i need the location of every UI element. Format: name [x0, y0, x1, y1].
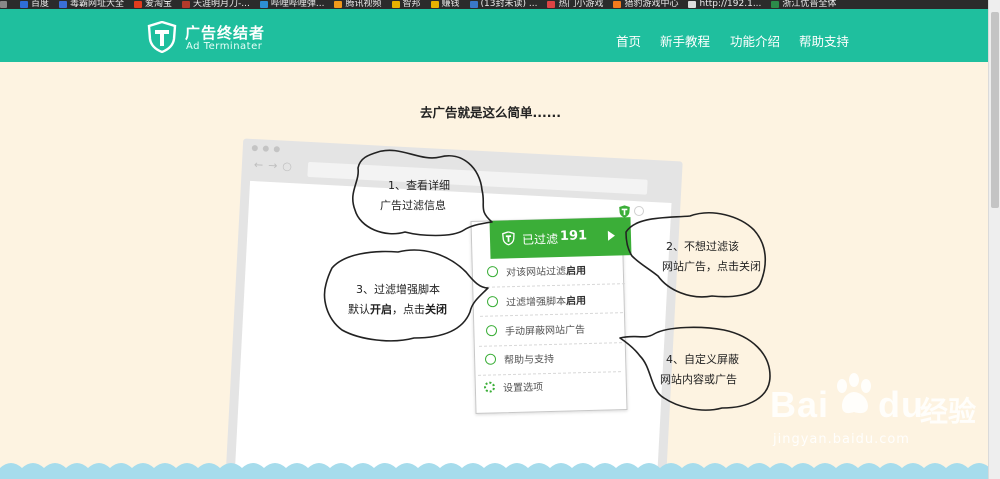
callout-2-text: 2、不想过滤该 网站广告，点击关闭 [662, 240, 761, 273]
callout-3-text: 3、过滤增强脚本 默认开启，点击关闭 [348, 283, 447, 316]
paw-icon [837, 373, 871, 414]
bookmark-icon [59, 1, 68, 8]
callout-1-text: 1、查看详细 广告过滤信息 [380, 179, 450, 212]
nav-tutorial[interactable]: 新手教程 [660, 31, 710, 50]
bookmark-home[interactable] [0, 0, 10, 9]
search-icon [634, 206, 644, 216]
check-circle-icon [486, 265, 499, 277]
menu-item-manual-block[interactable]: 手动屏蔽网站广告 [485, 314, 586, 345]
page-title: 去广告就是这么简单...... [420, 105, 561, 120]
bookmark-item[interactable]: 猎豹游戏中心 [613, 0, 678, 9]
menu-item-site-filter[interactable]: 对该网站过滤 启用 [486, 255, 587, 286]
shield-logo-icon[interactable] [147, 21, 177, 53]
bookmark-item[interactable]: 爱淘宝 [134, 0, 172, 9]
nav-home[interactable]: 首页 [616, 31, 641, 50]
bookmark-item[interactable]: 毒霸网址大全 [59, 0, 124, 9]
watermark-baidu-end: du [878, 384, 924, 425]
play-arrow-icon[interactable] [607, 230, 616, 241]
bookmark-icon [469, 1, 478, 8]
nav-help[interactable]: 帮助支持 [799, 31, 849, 50]
play-circle-icon [486, 295, 499, 307]
bookmark-item[interactable]: 热门小游戏 [547, 0, 603, 9]
bookmark-icon [182, 1, 191, 8]
bookmark-icon [334, 1, 343, 8]
bookmark-icon [134, 1, 143, 8]
bookmark-item[interactable]: 天涯明月刀-... [182, 0, 250, 9]
menu-item-enhanced-script[interactable]: 过滤增强脚本 启用 [486, 285, 587, 316]
bookmark-item[interactable]: (13封未读) ... [469, 0, 537, 9]
callout-4-text: 4、自定义屏蔽 网站内容或广告 [660, 353, 739, 386]
bookmark-item[interactable]: 浙江优普全体 [771, 0, 836, 9]
filtered-count: 191 [559, 228, 588, 245]
bottom-wave-decoration [0, 463, 988, 479]
page-icon [688, 1, 697, 8]
bookmark-item[interactable]: 哔哩哔哩弹... [259, 0, 324, 9]
nav-arrows-icon: ←→○ [253, 158, 298, 174]
bookmark-icon [771, 1, 780, 8]
bookmark-icon [547, 1, 556, 8]
brand-name[interactable]: 广告终结者 [185, 22, 265, 43]
nav-features[interactable]: 功能介绍 [730, 31, 780, 50]
bookmark-icon [20, 1, 28, 8]
shield-icon [502, 231, 515, 246]
eye-icon [485, 324, 498, 336]
filtered-count-header[interactable]: 已过滤 191 [489, 217, 632, 259]
gear-icon [483, 380, 496, 393]
question-icon [484, 353, 497, 365]
bookmark-item[interactable]: 赚钱 [430, 0, 460, 9]
folder-icon [430, 1, 439, 8]
bookmark-icon [259, 1, 268, 8]
watermark-baidu: Bai [770, 384, 830, 425]
bookmark-item[interactable]: 百度 [20, 0, 49, 9]
watermark-url: jingyan.baidu.com [773, 432, 910, 447]
brand-name-en: Ad Terminater [186, 41, 263, 52]
bookmark-item[interactable]: 腾讯视频 [334, 0, 382, 9]
scrollbar-thumb[interactable] [991, 12, 999, 208]
extension-shield-icon [619, 205, 630, 218]
bookmarks-bar: 百度 毒霸网址大全 爱淘宝 天涯明月刀-... 哔哩哔哩弹... 腾讯视频 智邦… [0, 0, 988, 9]
menu-item-help[interactable]: 帮助与支持 [484, 343, 555, 373]
filtered-label: 已过滤 [521, 232, 559, 248]
menu-item-settings[interactable]: 设置选项 [483, 371, 544, 401]
bookmark-icon [613, 1, 622, 8]
site-header: 广告终结者 Ad Terminater 首页 新手教程 功能介绍 帮助支持 [0, 9, 988, 62]
watermark-jingyan: 经验 [920, 395, 977, 428]
bookmark-item[interactable]: http://192.1... [688, 0, 761, 9]
folder-icon [391, 1, 400, 8]
page-scrollbar[interactable] [988, 0, 1000, 479]
bookmark-item[interactable]: 智邦 [391, 0, 421, 9]
window-dots [251, 144, 280, 153]
